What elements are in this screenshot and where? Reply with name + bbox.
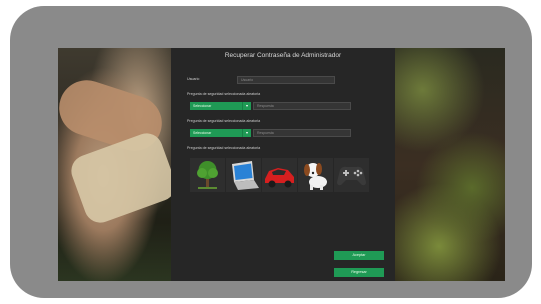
- confirm-button[interactable]: Aceptar: [334, 251, 384, 260]
- picture-question-label: Pregunta de seguridad seleccionada aleat…: [187, 146, 261, 150]
- tree-icon[interactable]: [190, 158, 225, 192]
- question2-select[interactable]: Seleccionar ▾: [190, 129, 251, 137]
- chevron-down-icon[interactable]: ▾: [242, 129, 251, 137]
- question1-select-value: Seleccionar: [193, 104, 212, 108]
- chevron-down-icon[interactable]: ▾: [242, 102, 251, 110]
- question2-answer-input[interactable]: Respuesta: [253, 129, 351, 137]
- car-icon[interactable]: [262, 158, 297, 192]
- laptop-icon[interactable]: [226, 158, 261, 192]
- question1-label: Pregunta de seguridad seleccionada aleat…: [187, 92, 261, 96]
- dialog-title: Recuperar Contraseña de Administrador: [224, 52, 342, 59]
- dog-icon[interactable]: [298, 158, 333, 192]
- background-photo-right: [395, 48, 505, 281]
- gamepad-icon[interactable]: [334, 158, 369, 192]
- screen: Recuperar Contraseña de Administrador Us…: [58, 48, 505, 281]
- question2-label: Pregunta de seguridad seleccionada aleat…: [187, 119, 261, 123]
- question1-answer-input[interactable]: Respuesta: [253, 102, 351, 110]
- sleeve-image: [66, 128, 181, 228]
- back-button[interactable]: Regresar: [334, 268, 384, 277]
- user-label: Usuario: [187, 77, 200, 81]
- user-input[interactable]: Usuario: [237, 76, 335, 84]
- device-frame: Recuperar Contraseña de Administrador Us…: [10, 6, 532, 298]
- question2-select-value: Seleccionar: [193, 131, 212, 135]
- picture-options: [190, 158, 371, 192]
- recovery-dialog: Recuperar Contraseña de Administrador Us…: [171, 48, 395, 281]
- question1-select[interactable]: Seleccionar ▾: [190, 102, 251, 110]
- background-photo-left: [58, 48, 181, 281]
